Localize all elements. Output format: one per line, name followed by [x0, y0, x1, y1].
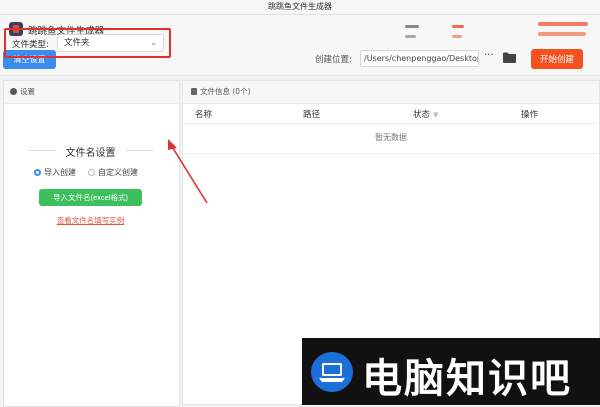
watermark-text: 电脑知识吧 [362, 356, 572, 402]
laptop-logo-icon [311, 352, 353, 392]
